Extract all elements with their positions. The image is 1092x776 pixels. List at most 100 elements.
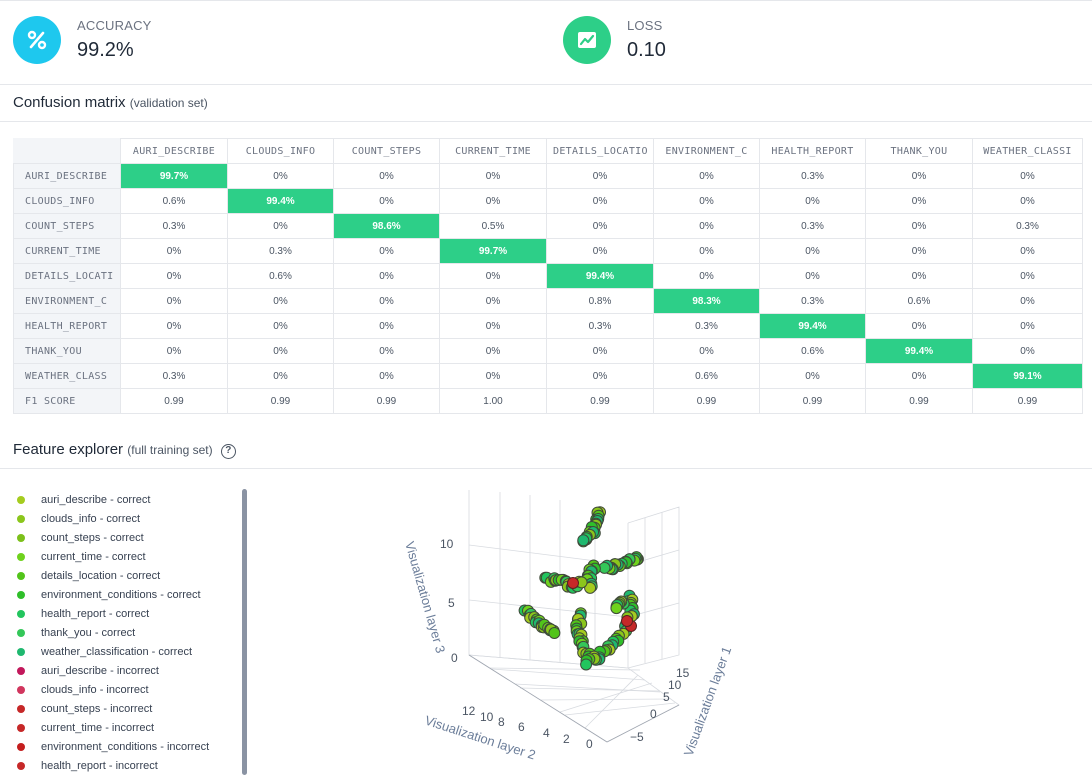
matrix-row-header: THANK_YOU: [13, 338, 121, 364]
matrix-cell-correct: 99.7%: [120, 163, 228, 189]
f1-score-row: F1 SCORE 0.99 0.99 0.99 1.00 0.99 0.99 0.99 0.99…: [13, 388, 1083, 414]
loss-label: LOSS: [627, 18, 663, 33]
matrix-cell: 0%: [439, 263, 547, 289]
matrix-cell: 0.3%: [759, 213, 866, 239]
legend-item[interactable]: auri_describe - incorrect: [13, 661, 248, 680]
matrix-cell: 0%: [972, 338, 1083, 364]
y-tick-label: 4: [543, 726, 550, 740]
matrix-row: AURI_DESCRIBE 99.7% 0% 0% 0% 0% 0% 0.3% 0% 0%: [13, 163, 1083, 189]
legend-label: auri_describe - correct: [41, 493, 151, 506]
z-axis-title: Visualization layer 3: [402, 540, 448, 655]
percent-icon: [13, 16, 61, 64]
legend-item[interactable]: details_location - correct: [13, 566, 248, 585]
legend-item[interactable]: weather_classification - correct: [13, 642, 248, 661]
matrix-cell: 0.3%: [546, 313, 654, 339]
legend-label: current_time - correct: [41, 550, 146, 563]
accuracy-label: ACCURACY: [77, 18, 152, 33]
matrix-column-header: HEALTH_REPORT: [759, 138, 866, 164]
matrix-row-header: CLOUDS_INFO: [13, 188, 121, 214]
question-circle-icon[interactable]: ?: [220, 444, 236, 459]
legend-item[interactable]: current_time - incorrect: [13, 718, 248, 737]
matrix-row-header: WEATHER_CLASS: [13, 363, 121, 389]
matrix-cell: 0%: [759, 363, 866, 389]
legend-dot-icon: [17, 704, 25, 713]
matrix-column-header: DETAILS_LOCATIO: [546, 138, 654, 164]
matrix-cell: 0%: [439, 338, 547, 364]
matrix-cell-correct: 99.4%: [227, 188, 334, 214]
matrix-cell: 0.3%: [759, 163, 866, 189]
legend-label: thank_you - correct: [41, 626, 136, 639]
confusion-divider: [0, 121, 1092, 122]
x-tick-label: 0: [650, 707, 657, 721]
legend-label: weather_classification - correct: [41, 645, 193, 658]
matrix-column-header: AURI_DESCRIBE: [120, 138, 228, 164]
legend-item[interactable]: count_steps - correct: [13, 528, 248, 547]
matrix-row: THANK_YOU 0% 0% 0% 0% 0% 0% 0.6% 99.4% 0%: [13, 338, 1083, 364]
plot-points: [518, 506, 644, 671]
matrix-cell: 0%: [120, 313, 228, 339]
matrix-row: CURRENT_TIME 0% 0.3% 0% 99.7% 0% 0% 0% 0% 0%: [13, 238, 1083, 264]
legend-item[interactable]: environment_conditions - incorrect: [13, 737, 248, 756]
legend-item[interactable]: auri_describe - correct: [13, 490, 248, 509]
matrix-cell: 0%: [227, 313, 334, 339]
legend-item[interactable]: thank_you - correct: [13, 623, 248, 642]
matrix-cell: 0%: [759, 263, 866, 289]
feature-legend: auri_describe - correct clouds_info - cor…: [13, 490, 248, 775]
legend-item[interactable]: current_time - correct: [13, 547, 248, 566]
z-tick-label: 0: [451, 651, 458, 665]
x-tick-label: 10: [668, 678, 682, 692]
matrix-cell: 0%: [865, 313, 973, 339]
legend-item[interactable]: clouds_info - incorrect: [13, 680, 248, 699]
confusion-matrix-table: AURI_DESCRIBE CLOUDS_INFO COUNT_STEPS CURRE…: [13, 138, 1083, 414]
explorer-subtitle: (full training set): [127, 443, 213, 457]
matrix-cell: 0%: [227, 288, 334, 314]
matrix-column-header: CLOUDS_INFO: [227, 138, 334, 164]
y-tick-label: 0: [586, 737, 593, 751]
matrix-cell: 0%: [759, 188, 866, 214]
matrix-cell: 0%: [120, 238, 228, 264]
legend-dot-icon: [17, 552, 25, 561]
legend-dot-icon: [17, 761, 25, 770]
matrix-cell-correct: 99.4%: [546, 263, 654, 289]
metrics-divider: [0, 84, 1092, 85]
legend-label: auri_describe - incorrect: [41, 664, 159, 677]
matrix-corner: [13, 138, 121, 164]
legend-scrollbar[interactable]: [242, 489, 247, 775]
legend-dot-icon: [17, 647, 25, 656]
scatter-point-incorrect: [621, 615, 633, 627]
matrix-cell: 0%: [333, 188, 440, 214]
legend-item[interactable]: count_steps - incorrect: [13, 699, 248, 718]
z-tick-label: 5: [448, 596, 455, 610]
top-divider: [0, 0, 1092, 1]
matrix-cell: 0%: [546, 363, 654, 389]
f1-score-cell: 0.99: [865, 388, 973, 414]
legend-item[interactable]: environment_conditions - correct: [13, 585, 248, 604]
matrix-cell: 0%: [333, 313, 440, 339]
matrix-cell: 0%: [333, 263, 440, 289]
matrix-cell: 0%: [865, 238, 973, 264]
matrix-cell: 0%: [653, 213, 760, 239]
matrix-cell: 0%: [972, 238, 1083, 264]
legend-item[interactable]: health_report - incorrect: [13, 756, 248, 775]
legend-item[interactable]: clouds_info - correct: [13, 509, 248, 528]
matrix-row-header: ENVIRONMENT_C: [13, 288, 121, 314]
matrix-cell: 0.5%: [439, 213, 547, 239]
x-tick-label: 5: [663, 690, 670, 704]
matrix-cell: 0.6%: [865, 288, 973, 314]
accuracy-value: 99.2%: [77, 39, 134, 61]
feature-3d-scatter-plot[interactable]: 10 5 0 15 10 5 0 −5 12 10 8 6 4 2 0 Visu…: [390, 480, 770, 776]
matrix-cell: 0.8%: [546, 288, 654, 314]
legend-dot-icon: [17, 609, 25, 618]
matrix-cell: 0%: [333, 163, 440, 189]
matrix-row-header: HEALTH_REPORT: [13, 313, 121, 339]
matrix-row: DETAILS_LOCATI 0% 0.6% 0% 0% 99.4% 0% 0% 0% 0%: [13, 263, 1083, 289]
matrix-cell: 0%: [227, 213, 334, 239]
legend-label: count_steps - correct: [41, 531, 144, 544]
matrix-cell: 0%: [333, 363, 440, 389]
matrix-cell: 0%: [865, 263, 973, 289]
legend-item[interactable]: health_report - correct: [13, 604, 248, 623]
f1-score-cell: 0.99: [759, 388, 866, 414]
legend-label: details_location - correct: [41, 569, 161, 582]
matrix-cell: 0%: [653, 163, 760, 189]
x-axis-title: Visualization layer 1: [681, 644, 735, 758]
